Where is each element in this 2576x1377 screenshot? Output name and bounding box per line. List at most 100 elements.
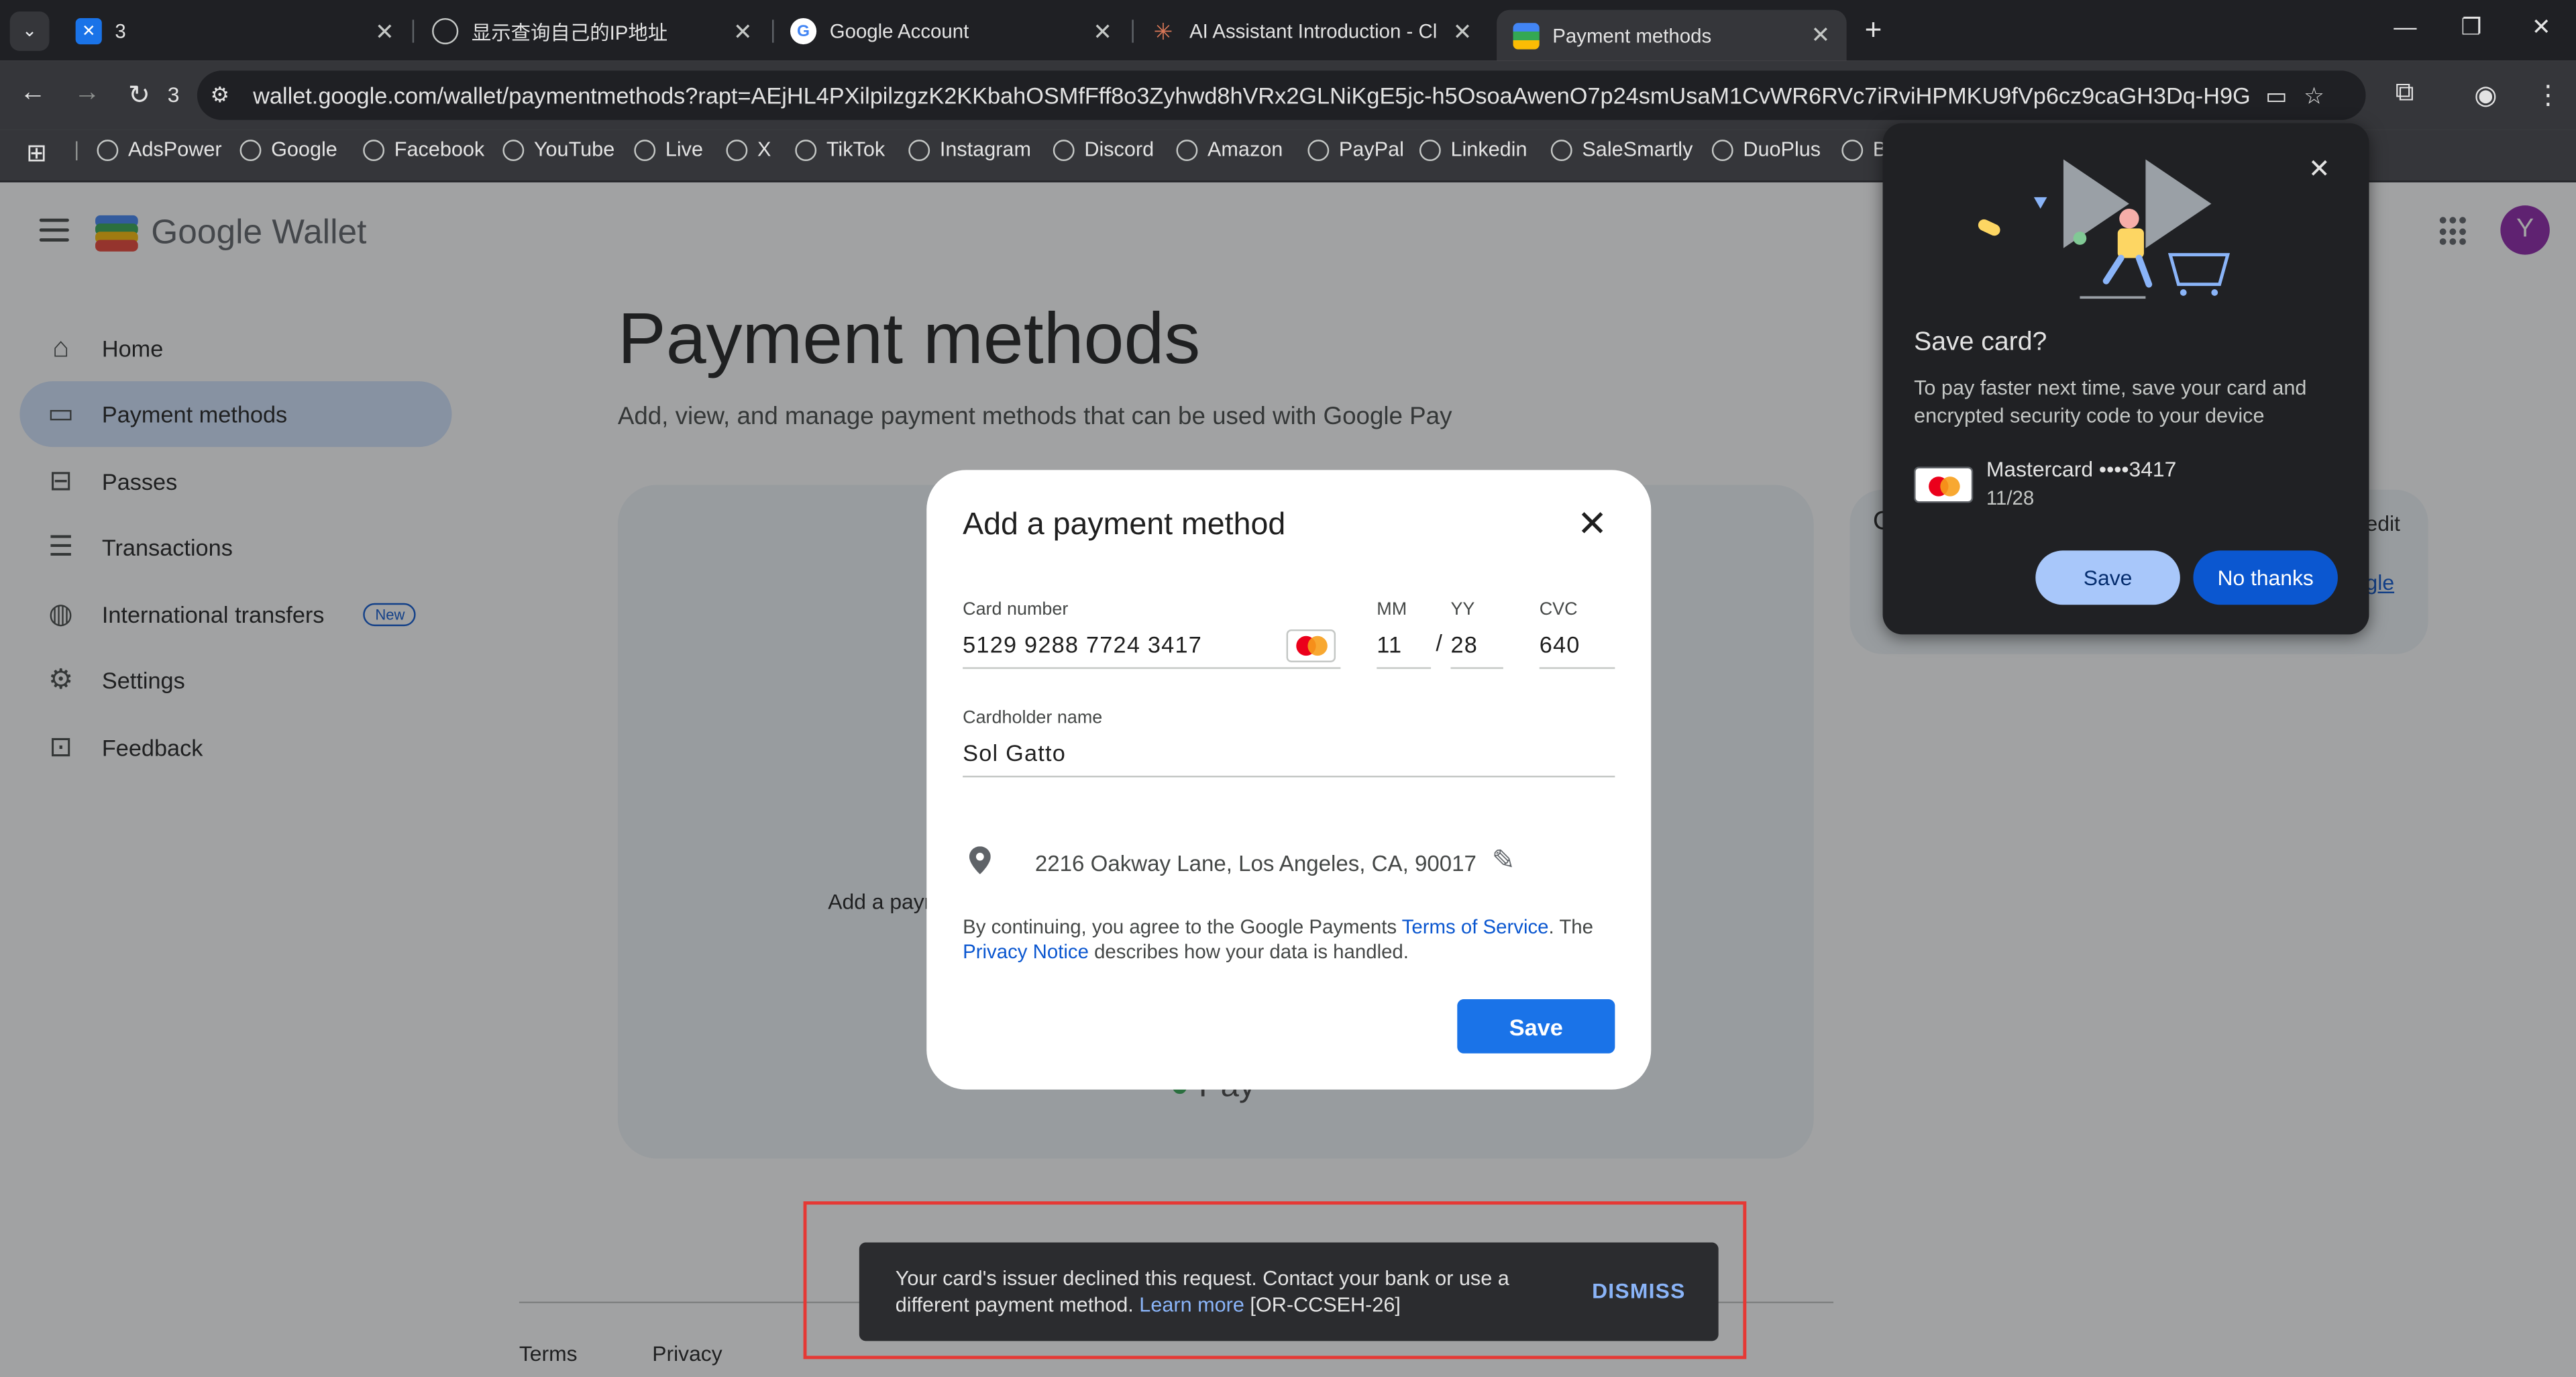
mm-label: MM: [1377, 599, 1407, 620]
error-snackbar: Your card's issuer declined this request…: [859, 1242, 1719, 1341]
reload-icon[interactable]: ↻: [128, 79, 150, 112]
globe-icon: [1841, 138, 1864, 160]
bubble-description: To pay faster next time, save your card …: [1914, 376, 2307, 427]
card-number-underline: [963, 667, 1341, 669]
terms-of-service-link[interactable]: Terms of Service: [1402, 915, 1549, 938]
bookmark-instagram[interactable]: Instagram: [908, 138, 1031, 161]
address-bar[interactable]: ⚙ wallet.google.com/wallet/paymentmethod…: [197, 70, 2366, 120]
billing-address: 2216 Oakway Lane, Los Angeles, CA, 90017: [1034, 851, 1477, 876]
cvc-underline: [1539, 667, 1615, 669]
tab-adspower[interactable]: ✕ 3 ✕: [59, 8, 411, 54]
close-tab-icon[interactable]: ✕: [1811, 21, 1830, 50]
tab-separator: [412, 19, 415, 43]
bookmark-tiktok[interactable]: TikTok: [795, 138, 885, 161]
bubble-save-button[interactable]: Save: [2035, 550, 2180, 605]
bookmark-salesmartly[interactable]: SaleSmartly: [1550, 138, 1693, 161]
wallet-icon: [1513, 22, 1540, 49]
dismiss-button[interactable]: DISMISS: [1592, 1278, 1686, 1303]
adspower-icon: ✕: [75, 17, 102, 45]
cvc-input[interactable]: 640: [1540, 631, 1580, 657]
url-text[interactable]: wallet.google.com/wallet/paymentmethods?…: [253, 82, 2249, 108]
more-menu-icon[interactable]: ⋮: [2535, 79, 2561, 112]
star-icon[interactable]: ☆: [2304, 81, 2324, 109]
tab-claude[interactable]: ✳ AI Assistant Introduction - Cl ✕: [1134, 8, 1489, 54]
bookmark-x[interactable]: X: [726, 138, 771, 161]
month-input[interactable]: 11: [1377, 631, 1402, 657]
globe-icon: [1176, 138, 1198, 160]
bookmark-youtube[interactable]: YouTube: [502, 138, 614, 161]
back-icon[interactable]: ←: [19, 79, 46, 109]
globe-icon: [726, 138, 748, 160]
new-tab-button[interactable]: +: [1865, 13, 1882, 48]
close-icon[interactable]: ✕: [1577, 505, 1607, 542]
globe-icon: [239, 138, 262, 160]
save-card-bubble: ✕ Save card? To pay faster next time, sa…: [1882, 123, 2369, 635]
card-number-input[interactable]: 5129 9288 7724 3417: [963, 631, 1202, 657]
close-window-icon[interactable]: ✕: [2532, 13, 2551, 42]
card-number-label: Card number: [963, 599, 1069, 620]
globe-icon: [1550, 138, 1572, 160]
forward-icon[interactable]: →: [74, 79, 100, 109]
bookmark-amazon[interactable]: Amazon: [1176, 138, 1283, 161]
restore-icon[interactable]: ❐: [2461, 13, 2482, 42]
profile-icon[interactable]: ◉: [2474, 79, 2497, 112]
globe-icon: [1053, 138, 1075, 160]
tab-payment-methods[interactable]: Payment methods ✕: [1497, 9, 1847, 61]
no-thanks-button[interactable]: No thanks: [2193, 550, 2338, 605]
minimize-icon[interactable]: —: [2394, 13, 2416, 40]
save-button[interactable]: Save: [1457, 999, 1615, 1054]
globe-icon: [634, 138, 656, 160]
tab-search-button[interactable]: ⌄: [9, 10, 50, 50]
close-tab-icon[interactable]: ✕: [733, 17, 753, 46]
cardholder-input[interactable]: Sol Gatto: [963, 740, 1066, 766]
mastercard-icon: [1914, 466, 1974, 503]
privacy-notice-link[interactable]: Privacy Notice: [963, 940, 1089, 963]
bookmark-google[interactable]: Google: [239, 138, 337, 161]
saved-card-name: Mastercard ••••3417: [1986, 456, 2177, 482]
close-tab-icon[interactable]: ✕: [375, 17, 394, 46]
globe-icon: [432, 17, 459, 45]
bookmark-paypal[interactable]: PayPal: [1307, 138, 1404, 161]
year-input[interactable]: 28: [1450, 631, 1478, 657]
dialog-title: Add a payment method: [963, 507, 1286, 543]
extension-count: 3: [167, 82, 180, 107]
globe-icon: [97, 138, 119, 160]
bookmark-divider: |: [74, 138, 80, 162]
globe-icon: [363, 138, 385, 160]
extensions-icon[interactable]: ⧉: [2396, 79, 2414, 109]
bookmark-linkedin[interactable]: Linkedin: [1419, 138, 1527, 161]
apps-grid-icon[interactable]: ⊞: [26, 138, 47, 168]
tab-google-account[interactable]: G Google Account ✕: [773, 8, 1128, 54]
bubble-title: Save card?: [1914, 328, 2047, 357]
bookmark-live[interactable]: Live: [634, 138, 703, 161]
add-payment-method-dialog: Add a payment method ✕ Card number 5129 …: [926, 470, 1652, 1090]
bookmark-adspower[interactable]: AdsPower: [97, 138, 222, 161]
saved-card-expiry: 11/28: [1986, 486, 2035, 510]
tab-title: AI Assistant Introduction - Cl: [1189, 19, 1438, 43]
cardholder-underline: [963, 775, 1615, 778]
snackbar-message: Your card's issuer declined this request…: [895, 1267, 1509, 1317]
close-icon[interactable]: ✕: [2308, 153, 2330, 186]
bookmark-facebook[interactable]: Facebook: [363, 138, 484, 161]
tab-title: 3: [115, 19, 126, 43]
globe-icon: [908, 138, 930, 160]
site-info-icon[interactable]: ⚙: [210, 82, 239, 108]
tab-title: 显示查询自己的IP地址: [471, 20, 668, 44]
bookmark-duoplus[interactable]: DuoPlus: [1711, 138, 1821, 161]
cardholder-label: Cardholder name: [963, 708, 1103, 728]
learn-more-link[interactable]: Learn more: [1139, 1293, 1244, 1316]
close-tab-icon[interactable]: ✕: [1093, 17, 1112, 46]
date-separator: /: [1436, 629, 1444, 656]
globe-icon: [502, 138, 525, 160]
bookmark-b[interactable]: B: [1841, 138, 1886, 161]
close-tab-icon[interactable]: ✕: [1453, 17, 1472, 46]
tab-ip-lookup[interactable]: 显示查询自己的IP地址 ✕: [416, 8, 769, 54]
legal-notice: By continuing, you agree to the Google P…: [963, 915, 1593, 964]
tab-title: Payment methods: [1552, 23, 1712, 47]
bookmark-discord[interactable]: Discord: [1053, 138, 1154, 161]
edit-address-icon[interactable]: ✎: [1492, 845, 1515, 878]
yy-label: YY: [1450, 599, 1475, 620]
month-underline: [1377, 667, 1432, 669]
globe-icon: [1307, 138, 1330, 160]
card-icon[interactable]: ▭: [2265, 81, 2287, 109]
